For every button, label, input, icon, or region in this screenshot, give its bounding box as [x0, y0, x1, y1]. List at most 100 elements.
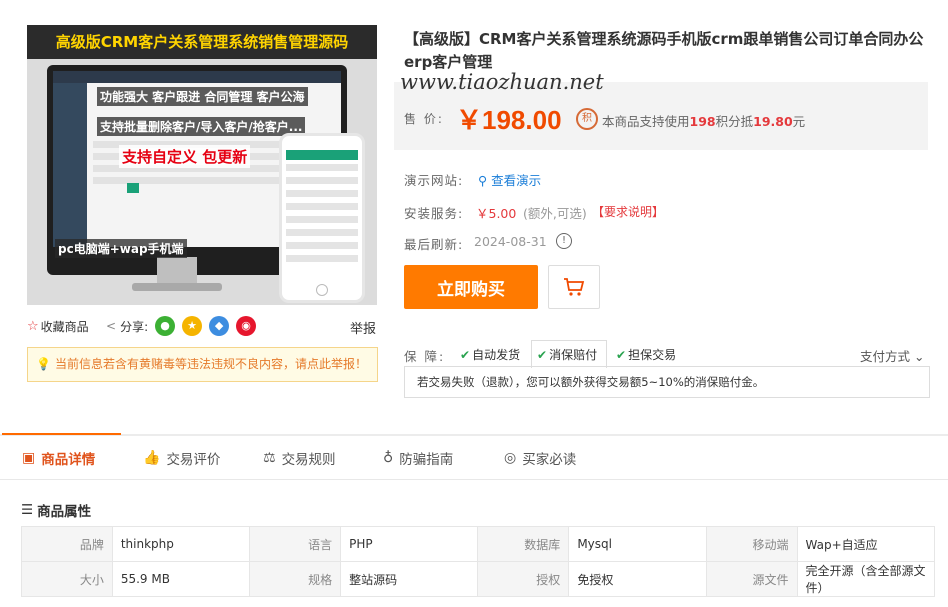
- tab-label: 买家必读: [522, 452, 577, 468]
- screen-sidebar: [53, 83, 87, 247]
- tab-label: 交易评价: [166, 452, 221, 468]
- list-search-icon: ☰: [21, 502, 34, 518]
- points-amount: 198: [689, 114, 716, 129]
- tab-label: 交易规则: [281, 452, 336, 468]
- phone-home-button: [316, 284, 328, 296]
- tab-label: 防骗指南: [399, 452, 454, 468]
- image-feature-line: 功能强大 客户跟进 合同管理 客户公海: [97, 87, 308, 106]
- guarantee-escrow[interactable]: ✔ 担保交易: [616, 346, 676, 363]
- share-label: 分享:: [120, 319, 149, 334]
- check-icon: ✔: [460, 348, 471, 362]
- phone-list: [286, 164, 358, 268]
- attr-key: 授权: [477, 561, 570, 597]
- demo-link[interactable]: ⚲ 查看演示: [478, 170, 541, 189]
- favorite-label: 收藏商品: [40, 320, 89, 334]
- attributes-title: ☰ 商品属性: [21, 500, 91, 520]
- attr-value: 整站源码: [340, 561, 479, 597]
- qzone-icon[interactable]: ★: [182, 316, 203, 336]
- tab-anti-fraud[interactable]: ♁ 防骗指南: [383, 448, 453, 468]
- demo-link-label: 查看演示: [491, 173, 542, 188]
- tab-label: 商品详情: [41, 452, 96, 468]
- qq-icon[interactable]: ◆: [209, 316, 230, 336]
- watermark-text: www.tiaozhuan.net: [400, 70, 604, 94]
- attr-value: Wap+自适应: [796, 526, 936, 562]
- attributes-title-label: 商品属性: [37, 504, 92, 520]
- lightbulb-icon: 💡: [36, 357, 51, 371]
- price-value: ￥198.00: [456, 105, 562, 135]
- tab-active-indicator: [2, 433, 121, 435]
- points-prefix: 本商品支持使用: [602, 114, 690, 129]
- favorite-button[interactable]: ☆ 收藏商品: [27, 318, 89, 335]
- payment-method-dropdown[interactable]: 支付方式 ⌄: [860, 346, 924, 365]
- guarantee-item-label: 消保赔付: [549, 348, 598, 362]
- attributes-table: 品牌 thinkphp 语言 PHP 数据库 Mysql 移动端 Wap+自适应…: [21, 526, 936, 597]
- target-icon: ◎: [504, 450, 517, 466]
- guarantee-item-label: 自动发货: [472, 348, 521, 362]
- search-icon: ⚲: [478, 173, 492, 188]
- attr-key: 语言: [249, 526, 342, 562]
- points-mid: 积分抵: [715, 114, 754, 129]
- attr-value: 55.9 MB: [111, 561, 251, 597]
- phone-illustration: [279, 133, 365, 303]
- refresh-date: 2024-08-31: [474, 234, 547, 249]
- tab-product-details[interactable]: ▣ 商品详情: [22, 448, 95, 468]
- attr-key: 大小: [21, 561, 113, 597]
- share-icon: <: [106, 319, 117, 333]
- buy-now-button[interactable]: 立即购买: [404, 265, 538, 309]
- phone-header: [286, 150, 358, 160]
- report-link[interactable]: 举报: [350, 318, 376, 337]
- product-image[interactable]: 高级版CRM客户关系管理系统销售管理源码 功能强大 客户跟进 合同管理 客户公海…: [27, 25, 377, 305]
- attr-key: 数据库: [477, 526, 570, 562]
- cart-icon: [564, 278, 585, 296]
- check-icon: ✔: [537, 348, 548, 362]
- tab-buyer-notes[interactable]: ◎ 买家必读: [504, 448, 576, 468]
- share-bar: < 分享: ● ★ ◆ ◉: [106, 316, 257, 336]
- screen-button: [127, 183, 139, 193]
- detail-tabs: ▣ 商品详情 👍 交易评价 ⚖ 交易规则 ♁ 防骗指南 ◎ 买家必读: [0, 436, 948, 480]
- image-feature-line: 支持批量删除客户/导入客户/抢客户...: [97, 117, 306, 136]
- monitor-stand: [157, 257, 197, 285]
- weibo-icon[interactable]: ◉: [236, 316, 257, 336]
- tab-trade-rules[interactable]: ⚖ 交易规则: [263, 448, 336, 468]
- payment-method-label: 支付方式: [860, 349, 911, 364]
- product-title: 【高级版】CRM客户关系管理系统源码手机版crm跟单销售公司订单合同办公erp客…: [404, 30, 924, 71]
- attr-value: 完全开源（含全部源文件）: [796, 561, 936, 597]
- tab-reviews[interactable]: 👍 交易评价: [143, 448, 220, 468]
- points-info: 本商品支持使用198积分抵19.80元: [602, 111, 805, 130]
- screen-topbar: [53, 71, 341, 83]
- points-suffix: 元: [792, 114, 806, 129]
- table-row: 大小 55.9 MB 规格 整站源码 授权 免授权 源文件 完全开源（含全部源文…: [21, 561, 936, 597]
- notice-text: 当前信息若含有黄赌毒等违法违规不良内容，请点此举报！: [54, 357, 367, 371]
- attr-key: 源文件: [705, 561, 798, 597]
- refresh-label: 最后刷新:: [404, 237, 464, 252]
- attr-key: 品牌: [21, 526, 113, 562]
- image-feature-line: pc电脑端+wap手机端: [55, 239, 187, 258]
- attr-value: PHP: [340, 526, 479, 562]
- image-feature-line: 支持自定义 包更新: [119, 145, 251, 168]
- service-requirements-link[interactable]: 【要求说明】: [592, 203, 664, 220]
- star-icon: ☆: [27, 319, 39, 334]
- monitor-base: [132, 283, 222, 291]
- points-value: 19.80: [753, 114, 793, 129]
- check-icon: ✔: [616, 348, 627, 362]
- exclamation-icon[interactable]: !: [556, 233, 572, 249]
- guarantee-item-label: 担保交易: [628, 348, 677, 362]
- guarantee-compensation[interactable]: ✔ 消保赔付: [537, 346, 597, 363]
- attr-value: 免授权: [568, 561, 707, 597]
- guarantee-auto-delivery[interactable]: ✔ 自动发货: [460, 346, 520, 363]
- price-label: 售 价:: [404, 112, 444, 126]
- attr-value: thinkphp: [111, 526, 251, 562]
- attr-key: 规格: [249, 561, 342, 597]
- wechat-icon[interactable]: ●: [155, 316, 176, 336]
- image-banner: 高级版CRM客户关系管理系统销售管理源码: [27, 25, 377, 59]
- guarantee-description: 若交易失败（退款），您可以额外获得交易额5~10%的消保赔付金。: [404, 366, 930, 398]
- points-icon: 积: [576, 108, 598, 130]
- report-notice[interactable]: 💡 当前信息若含有黄赌毒等违法违规不良内容，请点此举报！: [27, 347, 378, 382]
- chevron-down-icon: ⌄: [910, 349, 925, 364]
- lightbulb-icon: ♁: [383, 450, 394, 466]
- add-to-cart-button[interactable]: [548, 265, 600, 309]
- demo-label: 演示网站:: [404, 173, 464, 188]
- thumbs-up-icon: 👍: [143, 450, 161, 466]
- service-optional: (额外,可选): [523, 206, 587, 221]
- attr-value: Mysql: [568, 526, 707, 562]
